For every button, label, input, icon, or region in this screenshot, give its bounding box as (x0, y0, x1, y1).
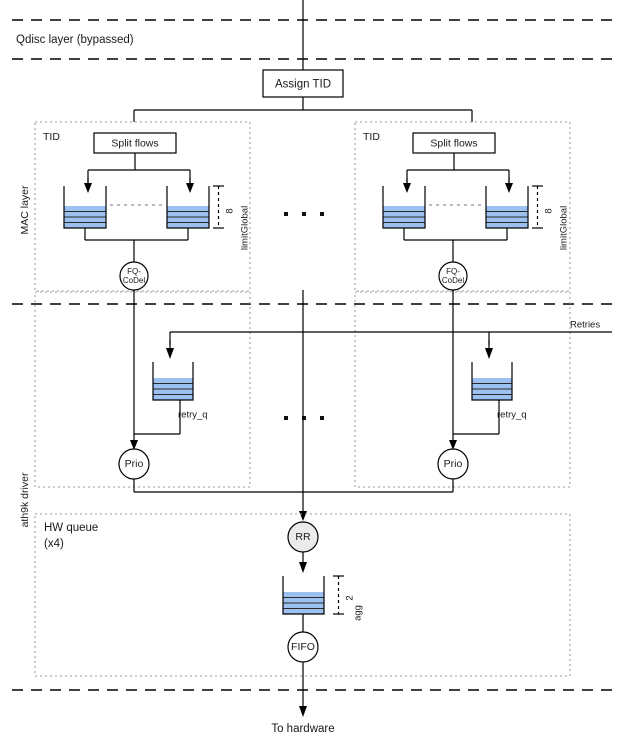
split-fanout-right (406, 153, 510, 184)
fq-codel-label-right-line1: FQ- (446, 267, 460, 276)
prio-label-left: Prio (125, 458, 144, 470)
retry-q-label-left: retry_q (178, 410, 208, 421)
agg-count-label: 2 (345, 595, 356, 600)
limit-global-bracket-right (532, 185, 543, 229)
driver-layer-label: ath9k driver (19, 472, 31, 527)
limit-global-label-left: limitGlobal (240, 206, 251, 250)
limit-global-count-left: 8 (225, 208, 236, 213)
retry-q-label-right: retry_q (497, 410, 527, 421)
flow-merge-right (403, 228, 508, 262)
arrowhead-right-flow2 (505, 183, 513, 193)
split-flows-label-right: Split flows (430, 137, 477, 149)
retryq-to-prio-left (134, 400, 181, 435)
arrowhead-agg-queue (299, 562, 307, 573)
split-flows-label-left: Split flows (111, 137, 158, 149)
flow-merge-left (84, 228, 189, 262)
agg-queue (282, 576, 325, 615)
arrowhead-left-flow1 (84, 183, 92, 193)
fq-codel-label-left-line1: FQ- (127, 267, 141, 276)
fq-codel-label-right-line2: CoDel (442, 276, 464, 285)
prio-merge-to-rr (133, 290, 454, 517)
rr-label: RR (295, 531, 311, 543)
flow-queue-left-1 (63, 186, 107, 229)
fifo-label: FIFO (291, 641, 315, 653)
queueing-architecture-diagram: Qdisc layer (bypassed) Assign TID MAC la… (12, 0, 618, 735)
limit-global-count-right: 8 (544, 208, 555, 213)
split-fanout-left (87, 153, 191, 184)
arrowhead-left-flow2 (186, 183, 194, 193)
fq-codel-label-left-line2: CoDel (123, 276, 145, 285)
hw-queue-label-line2: (x4) (44, 538, 64, 550)
arrowhead-retryq-right (485, 348, 493, 359)
retryq-to-prio-right (453, 400, 500, 435)
assign-tid-label: Assign TID (275, 79, 331, 91)
to-hardware-label: To hardware (271, 723, 334, 735)
arrowhead-retryq-left (166, 348, 174, 359)
retries-label: Retries (570, 320, 600, 331)
retry-queue-left (152, 362, 194, 401)
mac-layer-label: MAC layer (19, 185, 31, 235)
arrowhead-to-hardware (299, 706, 307, 717)
tid-ellipsis-lower (284, 416, 324, 420)
agg-label: agg (353, 605, 364, 621)
flow-queue-right-1 (382, 186, 426, 229)
tid-fanout (133, 97, 473, 122)
tid-right-label: TID (363, 131, 380, 143)
limit-global-label-right: limitGlobal (559, 206, 570, 250)
arrowhead-right-flow1 (403, 183, 411, 193)
flow-queue-right-2 (485, 186, 529, 229)
limit-global-bracket-left (213, 185, 224, 229)
agg-bracket (333, 575, 344, 615)
prio-label-right: Prio (444, 458, 463, 470)
tid-left-label: TID (43, 131, 60, 143)
flow-queue-left-2 (166, 186, 210, 229)
tid-ellipsis-upper (284, 212, 324, 216)
hw-queue-label-line1: HW queue (44, 522, 98, 534)
retries-bus (169, 331, 612, 345)
qdisc-layer-label: Qdisc layer (bypassed) (16, 34, 134, 46)
retry-queue-right (471, 362, 513, 401)
arrowhead-rr (299, 511, 307, 521)
